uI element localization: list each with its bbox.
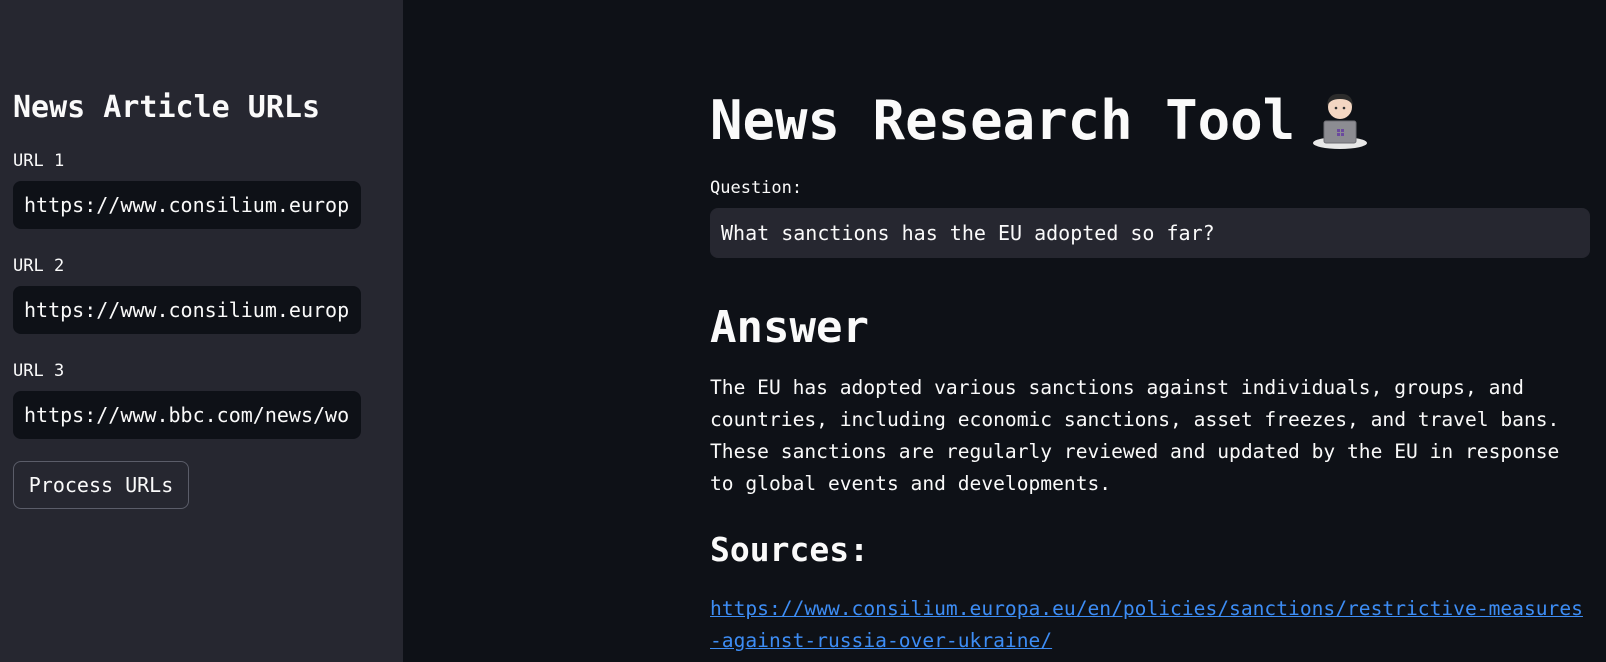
question-label: Question: <box>710 178 803 198</box>
url-2-label: URL 2 <box>13 256 65 276</box>
woman-technologist-icon <box>1311 91 1369 166</box>
answer-text: The EU has adopted various sanctions aga… <box>710 376 1560 495</box>
question-input[interactable] <box>710 208 1590 258</box>
page-title-text: News Research Tool <box>710 89 1296 152</box>
url-3-input[interactable] <box>13 391 361 439</box>
answer-heading: Answer <box>710 302 869 353</box>
sources-heading: Sources: <box>710 530 869 569</box>
url-1-input[interactable] <box>13 181 361 229</box>
sidebar: News Article URLs URL 1 URL 2 URL 3 Proc… <box>0 0 403 662</box>
url-3-label: URL 3 <box>13 361 65 381</box>
sidebar-title: News Article URLs <box>13 90 321 125</box>
url-1-label: URL 1 <box>13 151 65 171</box>
page-title: News Research Tool <box>710 86 1369 166</box>
url-2-input[interactable] <box>13 286 361 334</box>
source-link[interactable]: https://www.consilium.europa.eu/en/polic… <box>710 593 1590 657</box>
process-urls-button[interactable]: Process URLs <box>13 461 189 509</box>
